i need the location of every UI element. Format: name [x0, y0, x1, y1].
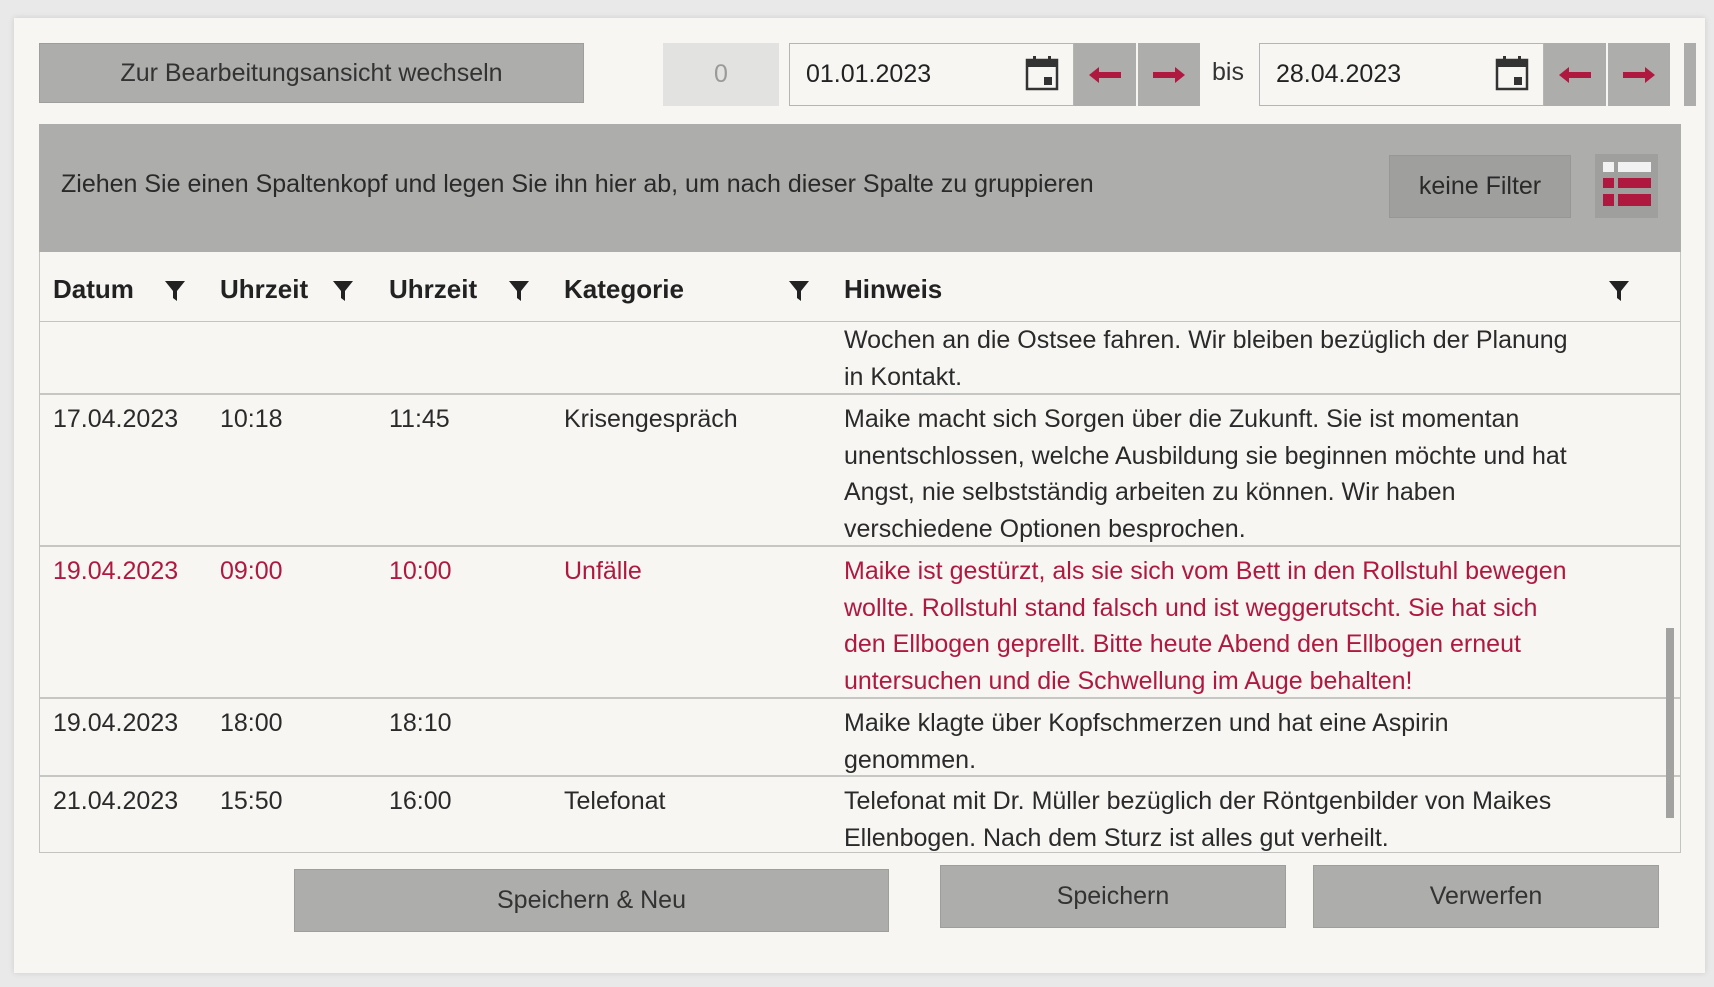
calendar-icon[interactable]: [1495, 55, 1529, 91]
kategorie-cell: Krisengespräch: [564, 405, 738, 433]
date-from-value: 01.01.2023: [806, 60, 932, 88]
date-to-nav: [1544, 43, 1672, 106]
grid-scrollbar[interactable]: [1666, 628, 1674, 818]
column-header-uhrzeit-von[interactable]: Uhrzeit: [220, 274, 308, 305]
column-header-hinweis[interactable]: Hinweis: [844, 274, 942, 305]
table-row[interactable]: 19.04.2023 18:00 18:10 Maike klagte über…: [40, 699, 1680, 777]
date-to-value: 28.04.2023: [1276, 60, 1402, 88]
datum-cell: 21.04.2023: [53, 787, 179, 815]
group-by-panel[interactable]: Ziehen Sie einen Spaltenkopf und legen S…: [39, 124, 1681, 252]
funnel-icon[interactable]: [332, 279, 354, 303]
funnel-icon[interactable]: [1608, 279, 1630, 303]
discard-button[interactable]: Verwerfen: [1313, 865, 1659, 928]
uhrzeit-bis-cell: 10:00: [389, 557, 452, 585]
hinweis-line: Maike klagte über Kopfschmerzen und hat …: [844, 709, 1449, 737]
hinweis-cell: Maike klagte über Kopfschmerzen und hat …: [844, 705, 1449, 778]
calendar-icon[interactable]: [1025, 55, 1059, 91]
table-row[interactable]: Wochen an die Ostsee fahren. Wir bleiben…: [40, 322, 1680, 395]
hinweis-cell: Telefonat mit Dr. Müller bezüglich der R…: [844, 783, 1552, 852]
column-header-datum[interactable]: Datum: [53, 274, 134, 305]
kategorie-cell: Unfälle: [564, 557, 642, 585]
save-button[interactable]: Speichern: [940, 865, 1286, 928]
uhrzeit-von-cell: 15:50: [220, 787, 283, 815]
arrow-right-icon: [1153, 66, 1185, 83]
hinweis-line: untersuchen und die Schwellung im Auge b…: [844, 666, 1413, 695]
datum-cell: 19.04.2023: [53, 557, 179, 585]
uhrzeit-bis-cell: 16:00: [389, 787, 452, 815]
arrow-left-icon: [1559, 66, 1591, 83]
hinweis-line: den Ellbogen geprellt. Bitte heute Abend…: [844, 630, 1521, 658]
hinweis-line: Maike ist gestürzt, als sie sich vom Bet…: [844, 557, 1567, 585]
uhrzeit-von-cell: 09:00: [220, 557, 283, 585]
save-and-new-button[interactable]: Speichern & Neu: [294, 869, 889, 932]
date-to-field[interactable]: 28.04.2023: [1259, 43, 1544, 106]
hinweis-line: Angst, nie selbstständig arbeiten zu kön…: [844, 478, 1456, 506]
date-from-field[interactable]: 01.01.2023: [789, 43, 1074, 106]
date-from-next-button[interactable]: [1138, 43, 1200, 106]
range-separator: bis: [1212, 58, 1244, 86]
hinweis-line: wollte. Rollstuhl stand falsch und ist w…: [844, 593, 1538, 622]
uhrzeit-bis-cell: 18:10: [389, 709, 452, 737]
uhrzeit-bis-cell: 11:45: [389, 405, 450, 433]
table-row[interactable]: 21.04.2023 15:50 16:00 Telefonat Telefon…: [40, 777, 1680, 852]
notes-grid: Datum Uhrzeit Uhrzeit Kategorie Hinweis …: [39, 252, 1681, 853]
date-to-next-button[interactable]: [1608, 43, 1670, 106]
layout-toggle-button[interactable]: [1595, 154, 1658, 218]
arrow-left-icon: [1089, 66, 1121, 83]
funnel-icon[interactable]: [788, 279, 810, 303]
hinweis-line: verschiedene Optionen besprochen.: [844, 514, 1246, 543]
hinweis-cell: Wochen an die Ostsee fahren. Wir bleiben…: [844, 322, 1568, 395]
list-layout-icon: [1602, 162, 1651, 206]
no-filter-button[interactable]: keine Filter: [1389, 155, 1571, 218]
column-header-uhrzeit-bis[interactable]: Uhrzeit: [389, 274, 477, 305]
uhrzeit-von-cell: 10:18: [220, 405, 283, 433]
hinweis-line: Ellenbogen. Nach dem Sturz ist alles gut…: [844, 823, 1389, 852]
kategorie-cell: Telefonat: [564, 787, 666, 815]
hinweis-cell: Maike ist gestürzt, als sie sich vom Bet…: [844, 553, 1567, 699]
datum-cell: 17.04.2023: [53, 405, 179, 433]
funnel-icon[interactable]: [164, 279, 186, 303]
hinweis-cell: Maike macht sich Sorgen über die Zukunft…: [844, 401, 1567, 547]
hinweis-line: unentschlossen, welche Ausbildung sie be…: [844, 441, 1567, 470]
hinweis-line: Telefonat mit Dr. Müller bezüglich der R…: [844, 787, 1552, 815]
datum-cell: 19.04.2023: [53, 709, 179, 737]
arrow-right-icon: [1623, 66, 1655, 83]
grid-header: Datum Uhrzeit Uhrzeit Kategorie Hinweis: [40, 252, 1680, 322]
hinweis-line: genommen.: [844, 745, 977, 774]
hinweis-line: Wochen an die Ostsee fahren. Wir bleiben…: [844, 326, 1568, 354]
hinweis-line: in Kontakt.: [844, 362, 963, 391]
funnel-icon[interactable]: [508, 279, 530, 303]
switch-to-edit-view-button[interactable]: Zur Bearbeitungsansicht wechseln: [39, 43, 584, 103]
count-field: 0: [663, 43, 779, 106]
table-row-accident[interactable]: 19.04.2023 09:00 10:00 Unfälle Maike ist…: [40, 547, 1680, 699]
table-row[interactable]: 17.04.2023 10:18 11:45 Krisengespräch Ma…: [40, 395, 1680, 547]
date-to-prev-button[interactable]: [1544, 43, 1606, 106]
hinweis-line: Maike macht sich Sorgen über die Zukunft…: [844, 405, 1520, 433]
group-by-hint: Ziehen Sie einen Spaltenkopf und legen S…: [61, 170, 1094, 198]
column-header-kategorie[interactable]: Kategorie: [564, 274, 684, 305]
toolbar-overflow-edge: [1684, 43, 1696, 106]
uhrzeit-von-cell: 18:00: [220, 709, 283, 737]
date-from-nav: [1074, 43, 1202, 106]
date-from-prev-button[interactable]: [1074, 43, 1136, 106]
